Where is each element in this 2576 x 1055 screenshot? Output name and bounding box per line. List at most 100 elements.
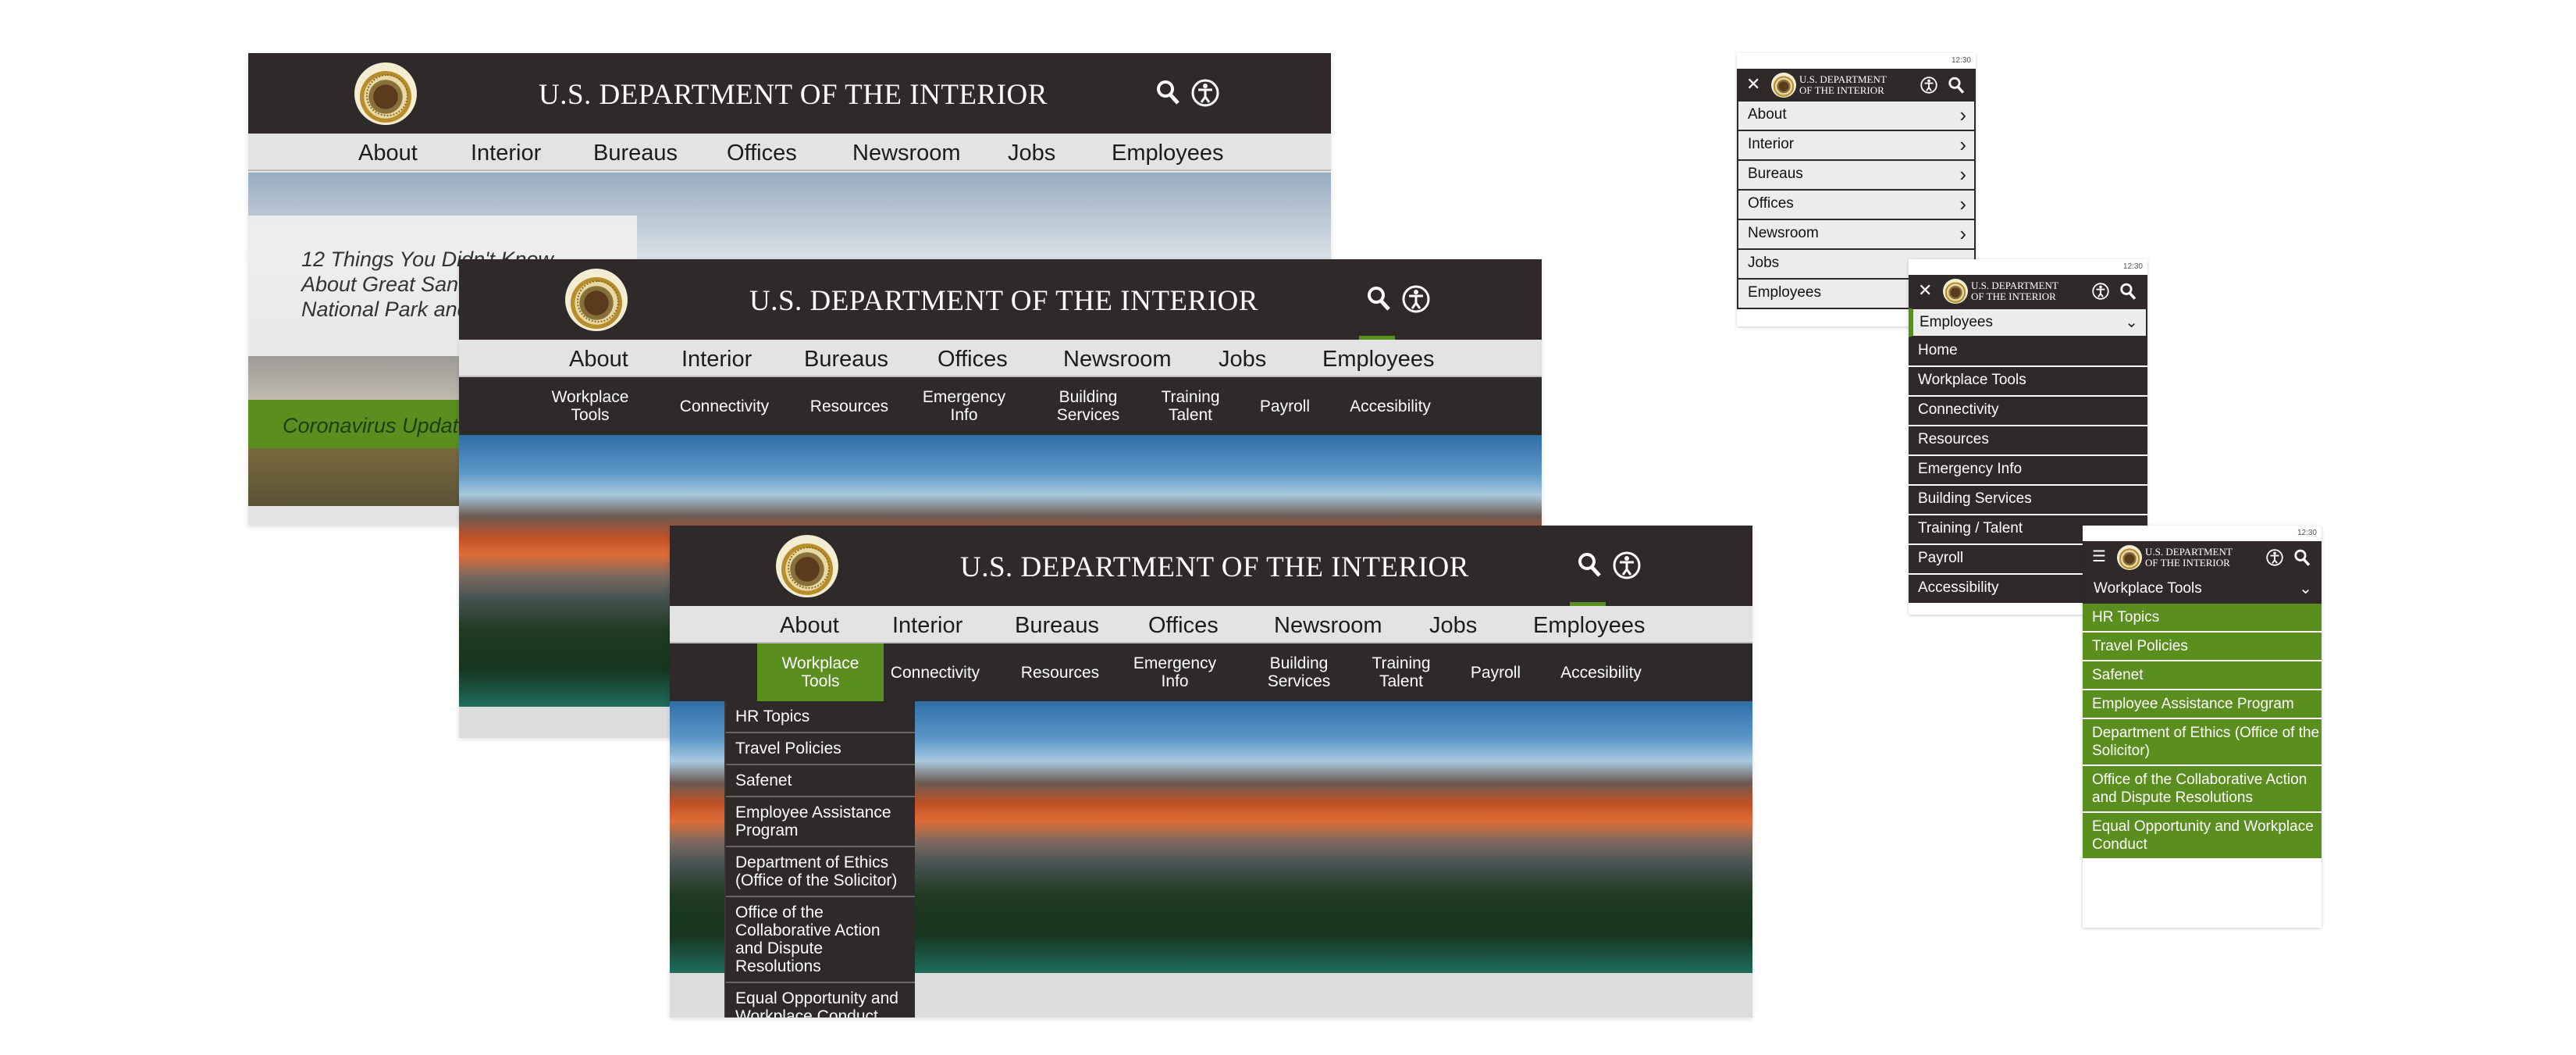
mobile-header: ✕ U.S. DEPARTMENT OF THE INTERIOR xyxy=(1737,69,1976,102)
submenu-home[interactable]: Home xyxy=(1909,337,2147,367)
submenu-travel-policies[interactable]: Travel Policies xyxy=(2083,633,2322,661)
nav-about[interactable]: About xyxy=(780,613,839,639)
workplace-tools-select[interactable]: Workplace Tools ⌄ xyxy=(2083,574,2322,604)
subnav-payroll[interactable]: Payroll xyxy=(1466,643,1525,701)
accessibility-icon[interactable] xyxy=(2092,283,2109,300)
nav-jobs[interactable]: Jobs xyxy=(1429,613,1477,639)
subnav-training-talent[interactable]: Training Talent xyxy=(1370,643,1432,701)
close-icon[interactable]: ✕ xyxy=(1746,75,1760,94)
mobile-menu-newsroom[interactable]: Newsroom › xyxy=(1737,220,1976,250)
chevron-right-icon: › xyxy=(1959,192,1966,216)
submenu-safenet[interactable]: Safenet xyxy=(2083,661,2322,690)
nav-offices[interactable]: Offices xyxy=(938,347,1008,372)
nav-employees[interactable]: Employees xyxy=(1112,141,1223,166)
doi-seal-logo[interactable] xyxy=(565,269,628,331)
nav-jobs[interactable]: Jobs xyxy=(1008,141,1055,166)
doi-seal-logo[interactable] xyxy=(354,62,417,125)
submenu-building-services[interactable]: Building Services xyxy=(1909,486,2147,515)
doi-seal-logo[interactable] xyxy=(1943,279,1968,304)
search-icon[interactable] xyxy=(1578,552,1601,577)
close-icon[interactable]: ✕ xyxy=(1918,281,1932,300)
doi-seal-logo[interactable] xyxy=(776,535,838,597)
nav-bureaus[interactable]: Bureaus xyxy=(1015,613,1099,639)
banner-label: Coronavirus Update xyxy=(283,414,471,437)
nav-newsroom[interactable]: Newsroom xyxy=(1274,613,1382,639)
status-bar: 12:30 xyxy=(1737,53,1976,69)
dropdown-equal-opportunity[interactable]: Equal Opportunity and Workplace Conduct xyxy=(726,983,915,1018)
submenu-equal-opportunity[interactable]: Equal Opportunity and Workplace Conduct xyxy=(2083,813,2322,860)
brand-line-1: U.S. DEPARTMENT xyxy=(1971,280,2058,291)
status-time: 12:30 xyxy=(2297,529,2317,537)
nav-employees[interactable]: Employees xyxy=(1533,613,1645,639)
dropdown-employee-assistance[interactable]: Employee Assistance Program xyxy=(726,797,915,847)
subnav-connectivity[interactable]: Connectivity xyxy=(678,377,771,435)
subnav-accessibility[interactable]: Accesibility xyxy=(1552,643,1650,701)
nav-newsroom[interactable]: Newsroom xyxy=(852,141,961,166)
mobile-menu-bureaus[interactable]: Bureaus › xyxy=(1737,161,1976,191)
subnav-emergency-info[interactable]: Emergency Info xyxy=(923,377,1005,435)
subnav-resources[interactable]: Resources xyxy=(1017,643,1103,701)
search-icon[interactable] xyxy=(2119,283,2137,300)
chevron-right-icon: › xyxy=(1959,133,1966,156)
submenu-employee-assistance[interactable]: Employee Assistance Program xyxy=(2083,690,2322,719)
subnav-workplace-tools[interactable]: Workplace Tools xyxy=(548,377,632,435)
nav-about[interactable]: About xyxy=(358,141,418,166)
site-header: U.S. DEPARTMENT OF THE INTERIOR xyxy=(459,259,1542,340)
nav-interior[interactable]: Interior xyxy=(892,613,962,639)
nav-interior[interactable]: Interior xyxy=(471,141,541,166)
nav-employees[interactable]: Employees xyxy=(1322,347,1434,372)
search-icon[interactable] xyxy=(2293,549,2311,566)
dropdown-travel-policies[interactable]: Travel Policies xyxy=(726,733,915,765)
nav-bureaus[interactable]: Bureaus xyxy=(593,141,678,166)
submenu-emergency-info[interactable]: Emergency Info xyxy=(1909,456,2147,486)
nav-bureaus[interactable]: Bureaus xyxy=(804,347,888,372)
mobile-menu-about[interactable]: About › xyxy=(1737,102,1976,131)
workplace-tools-dropdown: HR Topics Travel Policies Safenet Employ… xyxy=(724,701,915,1018)
subnav-emergency-info[interactable]: Emergency Info xyxy=(1133,643,1216,701)
site-title: U.S. DEPARTMENT OF THE INTERIOR xyxy=(749,285,1258,317)
subnav-workplace-tools-active[interactable]: Workplace Tools xyxy=(757,643,884,701)
subnav-payroll[interactable]: Payroll xyxy=(1255,377,1315,435)
submenu-hr-topics[interactable]: HR Topics xyxy=(2083,604,2322,633)
nav-jobs[interactable]: Jobs xyxy=(1219,347,1266,372)
nav-newsroom[interactable]: Newsroom xyxy=(1063,347,1172,372)
hamburger-menu-icon[interactable]: ☰ xyxy=(2092,547,2106,566)
subnav-accessibility[interactable]: Accesibility xyxy=(1341,377,1439,435)
search-icon[interactable] xyxy=(1156,80,1179,105)
accessibility-icon[interactable] xyxy=(2266,549,2283,566)
chevron-down-icon: ⌄ xyxy=(2299,580,2312,597)
submenu-workplace-tools[interactable]: Workplace Tools xyxy=(1909,367,2147,397)
submenu-resources[interactable]: Resources xyxy=(1909,426,2147,456)
mobile-menu-interior[interactable]: Interior › xyxy=(1737,131,1976,161)
subnav-resources[interactable]: Resources xyxy=(806,377,892,435)
subnav-connectivity[interactable]: Connectivity xyxy=(888,643,982,701)
dropdown-collaborative-action[interactable]: Office of the Collaborative Action and D… xyxy=(726,897,915,983)
submenu-connectivity[interactable]: Connectivity xyxy=(1909,397,2147,426)
submenu-collaborative-action[interactable]: Office of the Collaborative Action and D… xyxy=(2083,766,2322,813)
mobile-menu-offices[interactable]: Offices › xyxy=(1737,191,1976,220)
employees-subnav: Workplace Tools Connectivity Resources E… xyxy=(670,643,1752,701)
main-nav: About Interior Bureaus Offices Newsroom … xyxy=(459,340,1542,377)
search-icon[interactable] xyxy=(1948,77,1965,94)
mobile-header: ☰ U.S. DEPARTMENT OF THE INTERIOR xyxy=(2083,541,2322,574)
nav-offices[interactable]: Offices xyxy=(727,141,797,166)
subnav-training-talent[interactable]: Training Talent xyxy=(1159,377,1222,435)
nav-about[interactable]: About xyxy=(569,347,628,372)
doi-seal-logo[interactable] xyxy=(2117,545,2142,570)
employees-section-select[interactable]: Employees ⌄ xyxy=(1909,308,2147,337)
accessibility-icon[interactable] xyxy=(1191,79,1219,107)
dropdown-ethics[interactable]: Department of Ethics (Office of the Soli… xyxy=(726,847,915,897)
accessibility-icon[interactable] xyxy=(1920,77,1937,94)
accessibility-icon[interactable] xyxy=(1613,551,1641,579)
subnav-building-services[interactable]: Building Services xyxy=(1268,643,1331,701)
subnav-building-services[interactable]: Building Services xyxy=(1057,377,1120,435)
menu-label: Jobs xyxy=(1748,255,1780,271)
nav-interior[interactable]: Interior xyxy=(681,347,752,372)
dropdown-safenet[interactable]: Safenet xyxy=(726,765,915,797)
submenu-ethics[interactable]: Department of Ethics (Office of the Soli… xyxy=(2083,719,2322,766)
search-icon[interactable] xyxy=(1367,286,1390,311)
doi-seal-logo[interactable] xyxy=(1771,73,1796,98)
accessibility-icon[interactable] xyxy=(1402,285,1430,313)
dropdown-hr-topics[interactable]: HR Topics xyxy=(726,701,915,733)
nav-offices[interactable]: Offices xyxy=(1148,613,1219,639)
